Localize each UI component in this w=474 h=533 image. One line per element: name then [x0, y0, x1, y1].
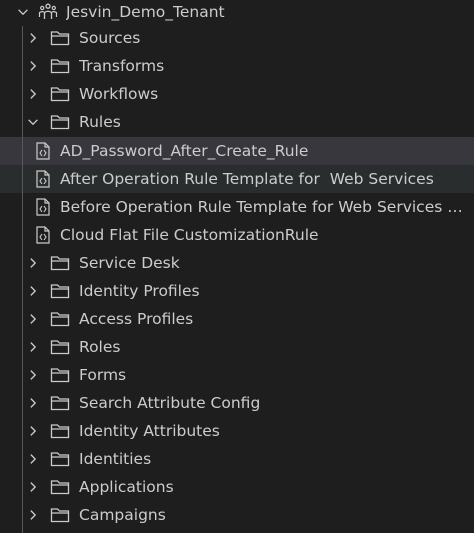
tree-folder-sources[interactable]: Sources: [0, 24, 474, 52]
tree-folder-label: Applications: [79, 478, 174, 496]
folder-icon: [50, 394, 70, 412]
indent-guide: [22, 165, 23, 193]
tree-folder-forms[interactable]: Forms: [0, 361, 474, 389]
explorer-tree: Jesvin_Demo_Tenant Sources Transforms Wo…: [0, 0, 474, 533]
tree-folder-rules[interactable]: Rules: [0, 108, 474, 136]
folder-icon: [50, 310, 70, 328]
tree-file-label: Before Operation Rule Template for Web S…: [60, 198, 470, 216]
chevron-right-icon[interactable]: [26, 452, 40, 466]
folder-icon: [50, 422, 70, 440]
tree-root-label: Jesvin_Demo_Tenant: [66, 3, 225, 21]
tree-folder-label: Forms: [79, 366, 127, 384]
tree-file-label: After Operation Rule Template for Web Se…: [60, 170, 434, 188]
folder-icon: [50, 338, 70, 356]
tree-folder-label: Identities: [79, 450, 152, 468]
chevron-down-icon[interactable]: [26, 115, 40, 129]
tree-folder-label: Transforms: [79, 57, 165, 75]
tree-folder-workflows[interactable]: Workflows: [0, 80, 474, 108]
tree-folder-identities[interactable]: Identities: [0, 445, 474, 473]
tree-folder-label: Roles: [79, 338, 121, 356]
tree-folder-transforms[interactable]: Transforms: [0, 52, 474, 80]
tree-folder-label: Campaigns: [79, 506, 166, 524]
tree-folder-campaigns[interactable]: Campaigns: [0, 501, 474, 529]
chevron-right-icon[interactable]: [26, 368, 40, 382]
chevron-right-icon[interactable]: [26, 31, 40, 45]
chevron-right-icon[interactable]: [26, 284, 40, 298]
tree-folder-access-profiles[interactable]: Access Profiles: [0, 305, 474, 333]
tree-folder-label: Sources: [79, 29, 141, 47]
folder-icon: [50, 366, 70, 384]
indent-guide: [22, 137, 23, 165]
folder-icon: [50, 85, 70, 103]
tree-folder-label: Workflows: [79, 85, 159, 103]
chevron-right-icon[interactable]: [26, 396, 40, 410]
tree-file-label: Cloud Flat File CustomizationRule: [60, 226, 319, 244]
chevron-right-icon[interactable]: [26, 340, 40, 354]
tree-folder-label: Rules: [79, 113, 121, 131]
tree-root-tenant[interactable]: Jesvin_Demo_Tenant: [0, 0, 474, 26]
tree-folder-label: Identity Attributes: [79, 422, 220, 440]
folder-open-icon: [50, 113, 70, 131]
tree-folder-identity-attributes[interactable]: Identity Attributes: [0, 417, 474, 445]
tree-file-rule[interactable]: Before Operation Rule Template for Web S…: [0, 193, 474, 221]
chevron-right-icon[interactable]: [26, 424, 40, 438]
chevron-right-icon[interactable]: [26, 312, 40, 326]
rule-file-icon: [33, 226, 53, 244]
chevron-right-icon[interactable]: [26, 480, 40, 494]
tree-folder-identity-profiles[interactable]: Identity Profiles: [0, 277, 474, 305]
chevron-down-icon[interactable]: [16, 5, 30, 19]
tree-folder-service-desk[interactable]: Service Desk: [0, 249, 474, 277]
rule-file-icon: [33, 142, 53, 160]
tree-file-label: AD_Password_After_Create_Rule: [60, 142, 309, 160]
folder-icon: [50, 29, 70, 47]
folder-icon: [50, 506, 70, 524]
tree-folder-applications[interactable]: Applications: [0, 473, 474, 501]
chevron-right-icon[interactable]: [26, 87, 40, 101]
tree-file-rule[interactable]: After Operation Rule Template for Web Se…: [0, 165, 474, 193]
tree-file-rule[interactable]: Cloud Flat File CustomizationRule: [0, 221, 474, 249]
folder-icon: [50, 254, 70, 272]
tenant-icon: [38, 3, 58, 21]
folder-icon: [50, 57, 70, 75]
rule-file-icon: [33, 198, 53, 216]
chevron-right-icon[interactable]: [26, 508, 40, 522]
chevron-right-icon[interactable]: [26, 59, 40, 73]
folder-icon: [50, 478, 70, 496]
tree-folder-label: Service Desk: [79, 254, 180, 272]
folder-icon: [50, 450, 70, 468]
folder-icon: [50, 282, 70, 300]
rule-file-icon: [33, 170, 53, 188]
tree-folder-label: Access Profiles: [79, 310, 194, 328]
tree-folder-label: Search Attribute Config: [79, 394, 261, 412]
tree-folder-search-attribute-config[interactable]: Search Attribute Config: [0, 389, 474, 417]
tree-folder-roles[interactable]: Roles: [0, 333, 474, 361]
chevron-right-icon[interactable]: [26, 256, 40, 270]
tree-file-rule[interactable]: AD_Password_After_Create_Rule: [0, 137, 474, 165]
tree-folder-label: Identity Profiles: [79, 282, 200, 300]
